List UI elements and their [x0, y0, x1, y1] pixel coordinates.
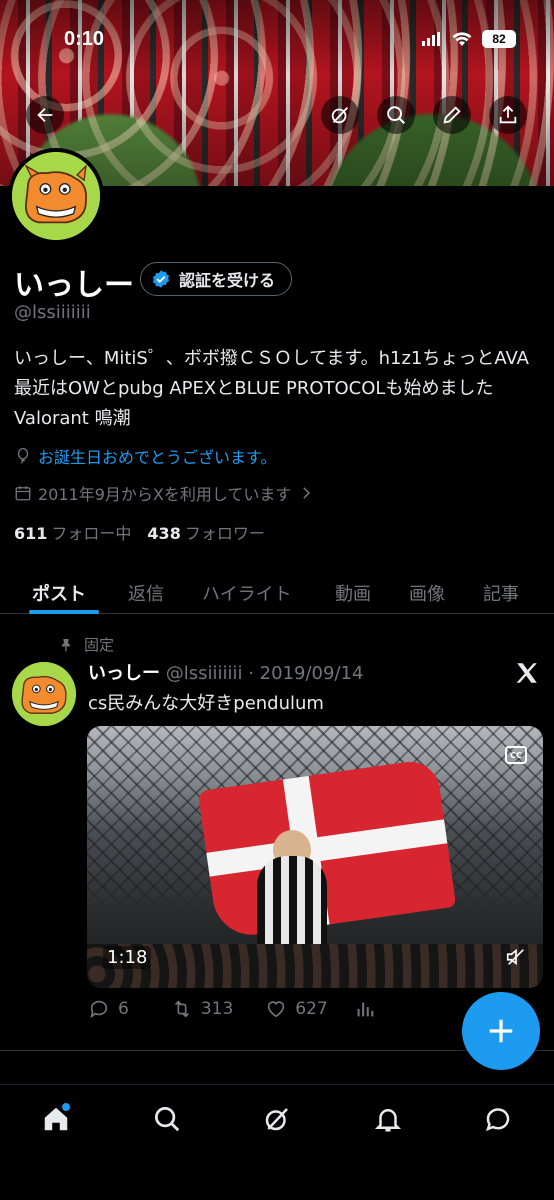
profile-handle: @lssiiiiiii	[14, 302, 91, 323]
followers-label: フォロワー	[184, 524, 265, 543]
retweet-button[interactable]: 313	[171, 998, 233, 1020]
retweet-count: 313	[200, 999, 234, 1019]
tweet-author-meta: @lssiiiiiii · 2019/09/14	[165, 663, 364, 684]
status-icons: 82	[422, 30, 516, 48]
plus-icon	[489, 1019, 513, 1043]
tweet-author-avatar[interactable]	[12, 662, 76, 726]
reply-count: 6	[118, 999, 129, 1019]
compose-post-button[interactable]	[462, 992, 540, 1070]
pin-icon	[62, 638, 70, 652]
nav-messages[interactable]	[478, 1099, 518, 1139]
tweet-header: いっしー @lssiiiiiii · 2019/09/14	[88, 659, 363, 685]
profile-bio: いっしー、MitiS゜、ボボ撥ＣＳＯしてます。h1z1ちょっとAVA 最近はOW…	[14, 348, 529, 429]
pencil-icon	[443, 106, 461, 124]
grok-button[interactable]	[321, 96, 359, 134]
nav-notifications[interactable]	[368, 1099, 408, 1139]
heart-icon	[268, 1001, 285, 1018]
search-button[interactable]	[377, 96, 415, 134]
calendar-icon	[15, 486, 31, 501]
joined-row[interactable]: 2011年9月からXを利用しています	[14, 481, 315, 505]
wifi-icon	[452, 31, 472, 46]
back-button[interactable]	[26, 96, 64, 134]
tab-videos[interactable]: 動画	[335, 572, 371, 606]
following-count: 611	[14, 524, 48, 543]
pinned-label: 固定	[84, 636, 115, 654]
video-duration: 1:18	[103, 946, 152, 969]
tweet-author-name[interactable]: いっしー	[88, 663, 160, 684]
retweet-icon	[174, 1000, 189, 1018]
tweet-text: cs民みんな大好きpendulum	[88, 693, 324, 714]
nav-grok[interactable]	[257, 1099, 297, 1139]
get-verified-button[interactable]: 認証を受ける	[140, 262, 293, 296]
home-notification-dot	[62, 1103, 70, 1111]
followers-count: 438	[147, 524, 181, 543]
analytics-icon	[357, 1002, 374, 1017]
tab-articles[interactable]: 記事	[483, 572, 519, 606]
tab-highlights[interactable]: ハイライト	[202, 572, 292, 606]
nav-search[interactable]	[147, 1099, 187, 1139]
nav-home[interactable]	[36, 1099, 76, 1139]
chevron-right-icon	[303, 487, 311, 499]
balloon-icon	[17, 447, 29, 464]
status-bar: 0:10 82	[0, 26, 554, 56]
get-verified-label: 認証を受ける	[179, 271, 276, 290]
verified-badge-icon	[152, 270, 170, 288]
tweet-video[interactable]: CC 1:18	[87, 726, 543, 988]
grok-icon	[331, 107, 349, 124]
joined-text: 2011年9月からXを利用しています	[38, 485, 292, 504]
profile-name: いっしー	[14, 268, 134, 303]
birthday-row: お誕生日おめでとうございます。	[14, 444, 276, 468]
status-time: 0:10	[64, 28, 105, 50]
tab-replies[interactable]: 返信	[128, 572, 164, 606]
bottom-navigation	[0, 1084, 554, 1200]
arrow-left-icon	[37, 107, 53, 123]
signal-icon	[422, 32, 440, 46]
bell-icon	[374, 1109, 402, 1132]
profile-avatar[interactable]	[8, 148, 104, 244]
avatar-character-icon	[12, 152, 100, 240]
pinned-label-row: 固定	[58, 634, 114, 655]
profile-tabs: ポスト 返信 ハイライト 動画 画像 記事	[0, 564, 554, 614]
grok-icon	[265, 1108, 288, 1131]
x-logo-icon[interactable]	[514, 660, 540, 686]
search-icon	[387, 106, 405, 124]
birthday-text: お誕生日おめでとうございます。	[38, 448, 277, 467]
battery-indicator: 82	[482, 30, 516, 48]
views-button[interactable]	[354, 998, 376, 1020]
mute-icon[interactable]	[505, 946, 527, 968]
followers-link[interactable]: 438 フォロワー	[147, 520, 264, 544]
share-icon	[499, 105, 517, 124]
like-button[interactable]: 627	[265, 998, 328, 1020]
follow-stats: 611 フォロー中 438 フォロワー	[14, 520, 265, 544]
search-icon	[155, 1107, 180, 1132]
following-link[interactable]: 611 フォロー中	[14, 520, 131, 544]
tab-photos[interactable]: 画像	[409, 572, 445, 606]
messages-icon	[486, 1108, 510, 1132]
reply-icon	[90, 1000, 108, 1019]
tab-posts[interactable]: ポスト	[32, 572, 86, 606]
active-tab-indicator	[29, 610, 99, 614]
share-button[interactable]	[489, 96, 527, 134]
like-count: 627	[295, 999, 328, 1019]
following-label: フォロー中	[51, 524, 132, 543]
tweet-actions: 6 313 627	[88, 998, 376, 1020]
avatar-character-icon	[12, 662, 76, 726]
reply-button[interactable]: 6	[88, 998, 129, 1020]
captions-icon[interactable]: CC	[505, 746, 527, 764]
edit-button[interactable]	[433, 96, 471, 134]
